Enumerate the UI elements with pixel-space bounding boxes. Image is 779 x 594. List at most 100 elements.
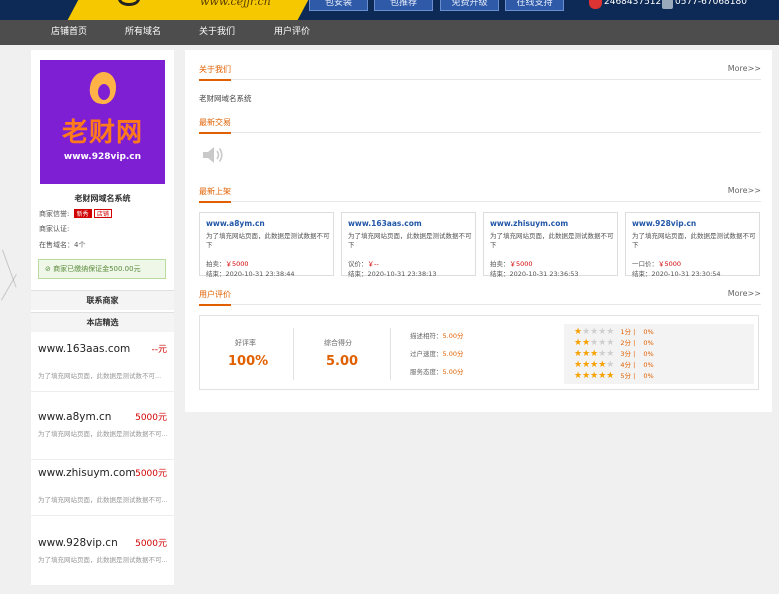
upgrade-button[interactable]: 免费升级 (440, 0, 499, 11)
dim-value: 5.00分 (442, 350, 464, 358)
dist-row-3: ★★★★★ 3分 | 0% (574, 349, 654, 359)
divider (293, 328, 294, 380)
reputation-badge: 新秀 (73, 209, 92, 218)
card-domain[interactable]: www.zhisuym.com (490, 219, 568, 228)
shop-logo: 老财网 www.928vip.cn (40, 60, 165, 184)
card-price: 议价：￥-- (348, 258, 379, 268)
shop-nav: 店铺首页 所有域名 关于我们 用户评价 (0, 20, 779, 45)
nav-shop-home[interactable]: 店铺首页 (51, 20, 87, 45)
check-icon: ⊘ (45, 265, 54, 273)
pick-domain[interactable]: www.zhisuym.com (38, 466, 142, 480)
list-item[interactable]: www.163aas.com --元 为了填充网站页面，此数据是测试数不可... (31, 334, 174, 392)
card-desc: 为了填充网站页面，此数据是测试数据不可下 (206, 232, 330, 249)
site-logo-banner[interactable] (67, 0, 311, 20)
reputation-row: 商家信誉: 新秀 店铺 (39, 209, 112, 219)
flame-inner (98, 84, 110, 100)
pick-desc: 为了填充网站页面，此数据是测试数据不可... (38, 556, 168, 564)
card-price: 拍卖：￥5000 (206, 258, 249, 268)
pick-domain[interactable]: www.a8ym.cn (38, 410, 142, 424)
domain-card[interactable]: www.a8ym.cn 为了填充网站页面，此数据是测试数据不可下 拍卖：￥500… (199, 212, 334, 278)
card-price-label: 议价： (348, 260, 368, 268)
divider (390, 328, 391, 380)
about-title: 关于我们 (199, 64, 231, 81)
install-button[interactable]: 包安装 (309, 0, 368, 11)
card-price-value: ￥5000 (658, 260, 682, 268)
card-domain[interactable]: www.928vip.cn (632, 219, 696, 228)
list-item[interactable]: www.a8ym.cn 5000元 为了填充网站页面，此数据是测试数据不可... (31, 402, 174, 460)
deposit-notice: ⊘ 商家已缴纳保证金500.00元 (38, 259, 166, 279)
score-value: 5.00 (326, 354, 359, 369)
trades-title: 最新交易 (199, 117, 231, 134)
card-desc: 为了填充网站页面，此数据是测试数据不可下 (348, 232, 472, 249)
list-item[interactable]: www.zhisuym.com 5000元 为了填充网站页面，此数据是测试数据不… (31, 458, 174, 516)
shop-logo-url: www.928vip.cn (63, 152, 142, 162)
card-price-label: 拍卖： (490, 260, 510, 268)
evaluation-panel: 好评率 100% 综合得分 5.00 描述相符：5.00分 过户速度：5.00分… (199, 315, 759, 390)
qq-icon (589, 0, 602, 9)
card-price: 一口价：￥5000 (632, 258, 681, 268)
card-domain[interactable]: www.a8ym.cn (206, 219, 265, 228)
about-text: 老财网域名系统 (199, 94, 252, 103)
dim-value: 5.00分 (442, 368, 464, 376)
card-price-value: ￥5000 (509, 260, 533, 268)
shop-sidebar: 老财网 www.928vip.cn 老财网域名系统 商家信誉: 新秀 店铺 商家… (31, 50, 174, 586)
card-price-label: 拍卖： (206, 260, 226, 268)
dim-desc: 描述相符：5.00分 (410, 330, 463, 340)
shop-badge: 店铺 (93, 209, 112, 218)
pick-desc: 为了填充网站页面，此数据是测试数据不可... (38, 496, 168, 504)
recommend-button[interactable]: 包推荐 (374, 0, 433, 11)
qq-number[interactable]: 2468437512 (604, 0, 661, 7)
domain-card[interactable]: www.928vip.cn 为了填充网站页面，此数据是测试数据不可下 一口价：￥… (625, 212, 760, 278)
eval-section-header: 用户评价 More>> (199, 285, 761, 306)
new-section-header: 最新上架 More>> (199, 182, 761, 203)
pick-price: 5000元 (135, 413, 167, 423)
support-button[interactable]: 在线支持 (505, 0, 564, 11)
card-price-value: ￥5000 (225, 260, 249, 268)
phone-number: 0577-67068180 (675, 0, 747, 7)
dim-value: 5.00分 (442, 332, 464, 340)
dist-row-4: ★★★★★ 4分 | 0% (574, 360, 654, 370)
deposit-text: 商家已缴纳保证金500.00元 (53, 265, 141, 273)
list-item[interactable]: www.928vip.cn 5000元 为了填充网站页面，此数据是测试数据不可.… (31, 528, 174, 586)
shop-logo-title: 老财网 (61, 118, 143, 148)
pick-desc: 为了填充网站页面，此数据是测试数据不可... (38, 430, 168, 438)
dim-label: 描述相符： (410, 332, 443, 340)
pick-price: 5000元 (135, 469, 167, 479)
dim-label: 过户速度： (410, 350, 443, 358)
on-sale-count: 在售域名：4个 (39, 241, 86, 249)
domain-card[interactable]: www.163aas.com 为了填充网站页面，此数据是测试数据不可下 议价：￥… (341, 212, 476, 278)
dim-transfer: 过户速度：5.00分 (410, 348, 463, 358)
card-desc: 为了填充网站页面，此数据是测试数据不可下 (632, 232, 756, 249)
nav-all-domains[interactable]: 所有域名 (125, 20, 161, 45)
nav-about[interactable]: 关于我们 (199, 20, 235, 45)
dist-row-5: ★★★★★ 5分 | 0% (574, 371, 654, 381)
new-more-link[interactable]: More>> (728, 186, 761, 195)
good-rate-label: 好评率 (235, 339, 256, 347)
dim-service: 服务态度：5.00分 (410, 366, 463, 376)
pick-domain[interactable]: www.928vip.cn (38, 536, 142, 550)
new-title: 最新上架 (199, 186, 231, 203)
pick-price: --元 (151, 345, 168, 355)
card-price-label: 一口价： (632, 260, 658, 268)
speaker-icon (203, 147, 223, 163)
card-end-time: 结束：2020-10-31 23:36:53 (490, 270, 579, 278)
dim-label: 服务态度： (410, 368, 443, 376)
card-domain[interactable]: www.163aas.com (348, 219, 422, 228)
card-price: 拍卖：￥5000 (490, 258, 533, 268)
eval-more-link[interactable]: More>> (728, 289, 761, 298)
cert-label: 商家认证: (39, 225, 70, 233)
logo-text: www.cejjr.cn (200, 0, 271, 8)
dist-row-1: ★★★★★ 1分 | 0% (574, 327, 654, 337)
reputation-label: 商家信誉: (39, 210, 70, 218)
about-more-link[interactable]: More>> (728, 64, 761, 73)
score-label: 综合得分 (324, 339, 352, 347)
shop-name: 老财网域名系统 (74, 194, 131, 203)
card-price-value: ￥-- (367, 260, 379, 268)
domain-card[interactable]: www.zhisuym.com 为了填充网站页面，此数据是测试数据不可下 拍卖：… (483, 212, 618, 278)
nav-reviews[interactable]: 用户评价 (274, 20, 310, 45)
star-distribution: ★★★★★ 1分 | 0% ★★★★★ 2分 | 0% ★★★★★ 3分 | 0% ★… (564, 324, 754, 384)
pick-price: 5000元 (135, 539, 167, 549)
contact-seller-button[interactable]: 联系商家 (31, 290, 174, 310)
card-end-time: 结束：2020-10-31 23:30:54 (632, 270, 721, 278)
pick-domain[interactable]: www.163aas.com (38, 342, 142, 356)
